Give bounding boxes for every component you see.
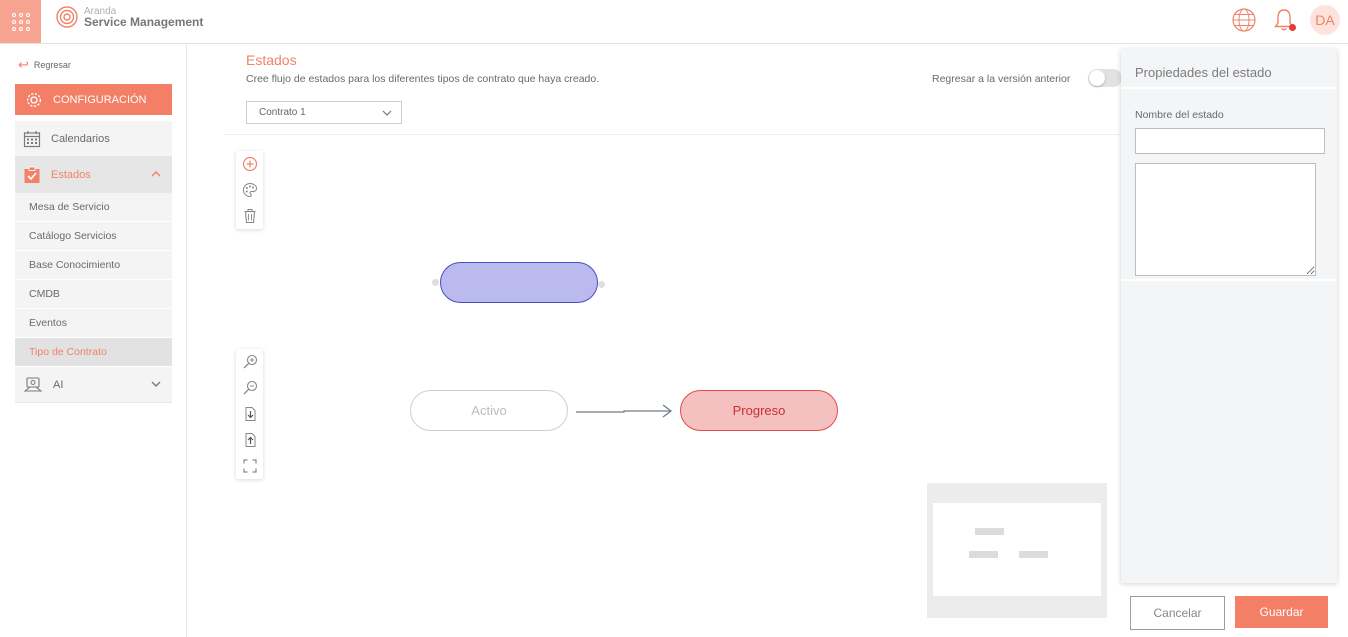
sidebar-subitem-mesa-de-servicio[interactable]: Mesa de Servicio (15, 193, 172, 222)
file-export-icon (245, 433, 255, 447)
cancel-button[interactable]: Cancelar (1130, 596, 1225, 630)
zoom-in-icon (243, 354, 257, 369)
sidebar-menu: Calendarios Estados Mesa de Servicio Cat… (15, 121, 172, 403)
zoom-out-button[interactable] (236, 375, 263, 401)
language-button[interactable] (1230, 6, 1258, 34)
sidebar-item-ai[interactable]: AI (15, 367, 172, 403)
back-arrow-icon: ↩ (18, 57, 29, 72)
file-import-icon (245, 407, 255, 421)
header-divider (224, 134, 1120, 135)
ai-icon (23, 376, 43, 392)
state-name-input[interactable] (1135, 128, 1325, 154)
app-logo[interactable]: Aranda Service Management (56, 6, 203, 28)
checklist-icon (24, 166, 40, 183)
notification-badge (1289, 24, 1296, 31)
minimap-node (975, 528, 1004, 535)
diagram-minimap[interactable] (927, 483, 1107, 618)
aranda-logo-icon (56, 6, 78, 28)
apps-menu-button[interactable] (0, 0, 41, 43)
diagram-node-activo[interactable]: Activo (410, 390, 568, 431)
logo-product-text: Service Management (84, 15, 204, 29)
previous-version-toggle[interactable] (1088, 69, 1122, 87)
globe-icon (1232, 8, 1256, 32)
diagram-node-progreso[interactable]: Progreso (680, 390, 838, 431)
minimap-node (1019, 551, 1048, 558)
panel-title: Propiedades del estado (1135, 65, 1272, 80)
back-link-label: Regresar (33, 60, 71, 70)
fit-screen-button[interactable] (236, 453, 263, 479)
sidebar-item-label: Calendarios (51, 132, 110, 145)
sidebar-subitem-eventos[interactable]: Eventos (15, 309, 172, 338)
trash-icon (244, 209, 255, 224)
apps-grid-icon (11, 12, 30, 31)
add-node-button[interactable] (236, 151, 263, 177)
delete-node-button[interactable] (236, 203, 263, 229)
panel-divider (1121, 87, 1337, 89)
save-button[interactable]: Guardar (1235, 596, 1328, 628)
export-button[interactable] (236, 427, 263, 453)
minimap-viewport (933, 503, 1101, 596)
import-button[interactable] (236, 401, 263, 427)
minimap-node (969, 551, 998, 558)
sidebar-subitem-cmdb[interactable]: CMDB (15, 280, 172, 309)
sidebar: ↩ Regresar CONFIGURACIÓN Calendarios Est… (0, 44, 187, 637)
sidebar-item-label: Estados (51, 168, 91, 181)
node-toolbar (236, 151, 263, 229)
color-palette-button[interactable] (236, 177, 263, 203)
transition-arrow[interactable] (574, 401, 678, 421)
sidebar-subitem-base-conocimiento[interactable]: Base Conocimiento (15, 251, 172, 280)
back-link[interactable]: ↩ Regresar (18, 57, 71, 73)
state-description-textarea[interactable] (1135, 163, 1316, 276)
page-description: Cree flujo de estados para los diferente… (246, 73, 600, 85)
chevron-down-icon (382, 110, 392, 116)
chevron-down-icon (151, 381, 161, 387)
node-port-left[interactable] (432, 279, 439, 286)
state-properties-panel: Propiedades del estado Nombre del estado (1121, 49, 1337, 583)
diagram-node-selected[interactable] (440, 262, 598, 303)
calendar-icon (23, 130, 41, 147)
gear-icon (27, 92, 41, 107)
contract-select[interactable]: Contrato 1 (246, 101, 402, 124)
fullscreen-icon (242, 459, 257, 473)
panel-divider (1121, 279, 1337, 281)
state-name-label: Nombre del estado (1135, 109, 1224, 121)
sidebar-item-estados[interactable]: Estados (15, 157, 172, 193)
top-bar: Aranda Service Management DA (0, 0, 1348, 44)
sidebar-item-label: AI (53, 378, 64, 391)
main-content: Estados Cree flujo de estados para los d… (188, 44, 1122, 637)
toggle-knob (1089, 70, 1105, 86)
notifications-button[interactable] (1270, 6, 1298, 34)
sidebar-subitem-tipo-de-contrato[interactable]: Tipo de Contrato (15, 338, 172, 367)
configuration-label: CONFIGURACIÓN (53, 93, 147, 106)
user-avatar[interactable]: DA (1310, 5, 1340, 35)
previous-version-label: Regresar a la versión anterior (932, 73, 1071, 85)
page-title: Estados (246, 52, 297, 68)
add-circle-icon (242, 156, 257, 172)
zoom-out-icon (243, 380, 257, 395)
sidebar-item-calendarios[interactable]: Calendarios (15, 121, 172, 157)
contract-select-value: Contrato 1 (259, 107, 306, 118)
configuration-button[interactable]: CONFIGURACIÓN (15, 84, 172, 115)
sidebar-subitem-catalogo-servicios[interactable]: Catálogo Servicios (15, 222, 172, 251)
node-port-right[interactable] (598, 281, 605, 288)
view-toolbar (236, 349, 263, 479)
palette-icon (242, 182, 257, 198)
zoom-in-button[interactable] (236, 349, 263, 375)
chevron-up-icon (151, 171, 161, 177)
